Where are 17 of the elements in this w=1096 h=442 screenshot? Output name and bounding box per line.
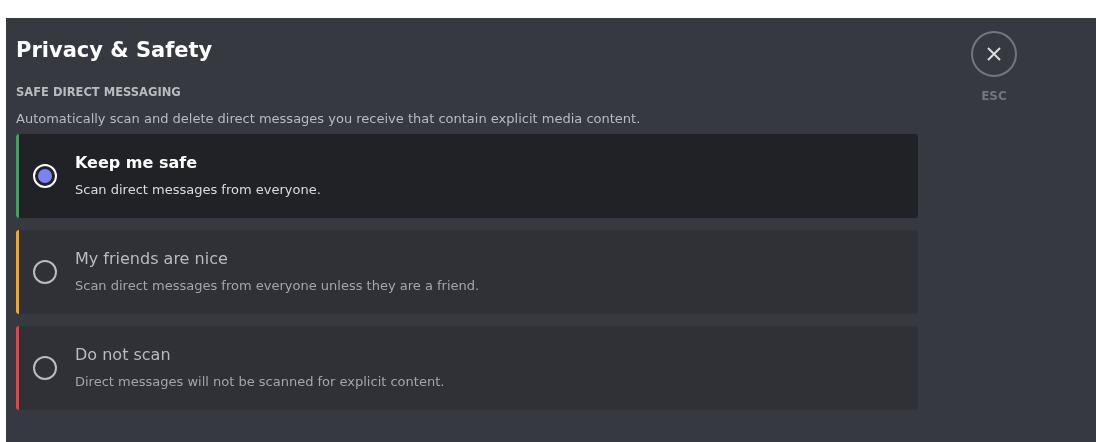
section-description: Automatically scan and delete direct messages you receive that contain explicit media content. [16, 110, 642, 128]
close-button[interactable] [971, 31, 1017, 77]
radio-option[interactable]: Keep me safe Scan direct messages from everyone. [16, 134, 918, 218]
option-label: Do not scan [75, 345, 172, 365]
option-description: Scan direct messages from everyone unless they are a friend. [75, 277, 480, 295]
radio-option[interactable]: My friends are nice Scan direct messages from everyone unless they are a friend. [16, 230, 918, 314]
option-description: Direct messages will not be scanned for explicit content. [75, 373, 445, 391]
radio-option[interactable]: Do not scan Direct messages will not be scanned for explicit content. [16, 326, 918, 410]
option-description: Scan direct messages from everyone. [75, 181, 321, 199]
option-label: Keep me safe [75, 153, 199, 173]
radio-button[interactable] [33, 260, 57, 284]
page-title: Privacy & Safety [16, 37, 214, 64]
section-heading: SAFE DIRECT MESSAGING [16, 84, 182, 100]
esc-label: ESC [981, 88, 1007, 105]
radio-button[interactable] [33, 356, 57, 380]
close-icon [985, 45, 1003, 63]
option-label: My friends are nice [75, 249, 229, 269]
